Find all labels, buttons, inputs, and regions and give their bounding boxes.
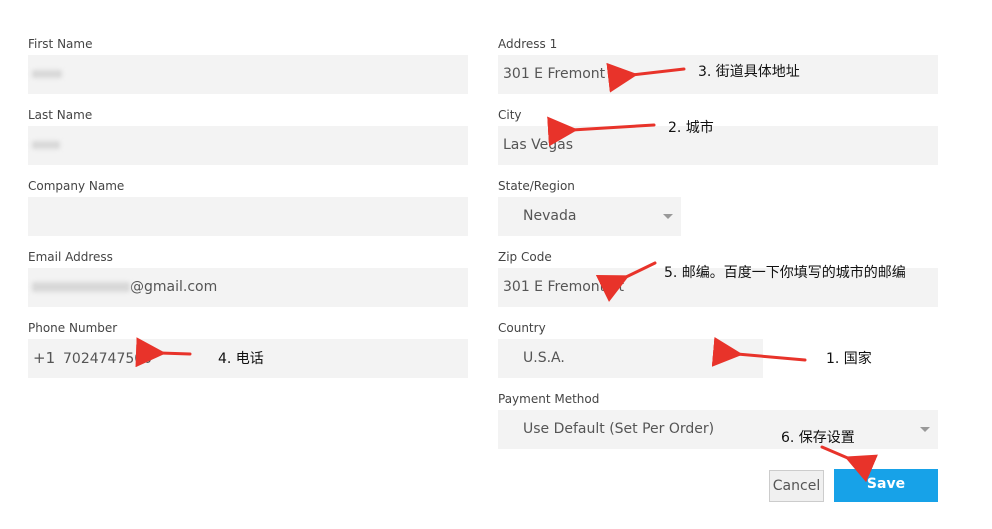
- arrow-address: [606, 62, 686, 93]
- note-address: 3. 街道具体地址: [698, 64, 800, 80]
- arrow-phone: [135, 337, 192, 368]
- note-city: 2. 城市: [668, 120, 714, 136]
- note-phone: 4. 电话: [218, 351, 264, 367]
- arrow-zip: [595, 261, 657, 302]
- note-save: 6. 保存设置: [781, 430, 855, 446]
- arrow-city: [547, 116, 656, 147]
- arrow-country: [711, 336, 807, 367]
- annotation-arrows: [135, 62, 878, 483]
- note-zip: 5. 邮编。百度一下你填写的城市的邮编: [664, 265, 906, 281]
- note-country: 1. 国家: [826, 351, 872, 367]
- arrow-save: [820, 445, 878, 483]
